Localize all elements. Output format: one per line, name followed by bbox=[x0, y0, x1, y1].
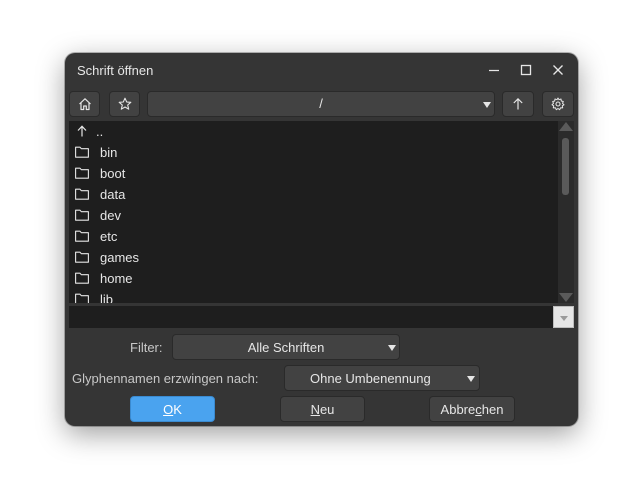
close-button[interactable] bbox=[548, 61, 568, 79]
chevron-down-icon bbox=[388, 345, 396, 351]
title-bar[interactable]: Schrift öffnen bbox=[65, 53, 578, 87]
new-label-post: eu bbox=[319, 401, 335, 417]
path-combobox[interactable]: / bbox=[147, 91, 495, 117]
folder-icon bbox=[75, 293, 89, 303]
star-icon bbox=[118, 97, 131, 110]
folder-icon bbox=[75, 272, 89, 284]
scroll-down-arrow-icon[interactable] bbox=[559, 293, 573, 302]
arrow-up-icon bbox=[77, 125, 87, 137]
gear-icon bbox=[551, 97, 565, 111]
parent-directory-button[interactable] bbox=[502, 91, 534, 117]
minimize-icon bbox=[489, 69, 499, 72]
arrow-up-icon bbox=[513, 97, 523, 110]
list-item-label: dev bbox=[100, 208, 121, 223]
glyph-names-combobox[interactable]: Ohne Umbenennung bbox=[284, 365, 480, 391]
folder-icon bbox=[75, 188, 89, 200]
list-item[interactable]: .. bbox=[69, 121, 558, 142]
cancel-label-pre: Abbre bbox=[440, 401, 476, 417]
chevron-down-icon bbox=[483, 102, 491, 108]
list-item[interactable]: home bbox=[69, 268, 558, 289]
open-font-dialog: Schrift öffnen / .. bin boot data dev et… bbox=[65, 53, 578, 426]
list-item[interactable]: boot bbox=[69, 163, 558, 184]
file-list-scrollbar[interactable] bbox=[558, 121, 574, 303]
list-item[interactable]: lib bbox=[69, 289, 558, 303]
scrollbar-thumb[interactable] bbox=[562, 138, 569, 195]
bookmarks-button[interactable] bbox=[109, 91, 140, 117]
new-button[interactable]: Neu bbox=[280, 396, 365, 422]
ok-button[interactable]: OK bbox=[130, 396, 215, 422]
list-item-label: home bbox=[100, 271, 133, 286]
glyph-names-value: Ohne Umbenennung bbox=[310, 371, 431, 386]
window-title: Schrift öffnen bbox=[77, 63, 154, 78]
filename-history-dropdown[interactable] bbox=[553, 306, 574, 328]
home-button[interactable] bbox=[69, 91, 100, 117]
list-item-label: games bbox=[100, 250, 140, 265]
glyph-names-label: Glyphennamen erzwingen nach: bbox=[72, 371, 259, 386]
maximize-icon bbox=[520, 64, 532, 76]
list-item-label: .. bbox=[96, 124, 104, 139]
folder-icon bbox=[75, 251, 89, 263]
folder-icon bbox=[75, 167, 89, 179]
minimize-button[interactable] bbox=[484, 61, 504, 79]
chevron-down-icon bbox=[467, 376, 475, 382]
maximize-button[interactable] bbox=[516, 61, 536, 79]
path-value: / bbox=[319, 96, 323, 111]
list-item-label: boot bbox=[100, 166, 126, 181]
cancel-label-post: hen bbox=[481, 401, 504, 417]
list-item-label: data bbox=[100, 187, 126, 202]
filter-label: Filter: bbox=[130, 340, 163, 355]
folder-icon bbox=[75, 209, 89, 221]
list-item-label: bin bbox=[100, 145, 118, 160]
ok-label-mnemonic: O bbox=[163, 401, 174, 417]
list-item[interactable]: bin bbox=[69, 142, 558, 163]
list-item[interactable]: etc bbox=[69, 226, 558, 247]
list-item[interactable]: games bbox=[69, 247, 558, 268]
filename-input[interactable] bbox=[69, 306, 553, 328]
list-item-label: etc bbox=[100, 229, 118, 244]
home-icon bbox=[78, 98, 91, 111]
folder-icon bbox=[75, 230, 89, 242]
scroll-up-arrow-icon[interactable] bbox=[559, 122, 573, 131]
new-label-mnemonic: N bbox=[310, 401, 320, 417]
close-icon bbox=[553, 65, 563, 75]
filter-value: Alle Schriften bbox=[247, 340, 325, 355]
folder-icon bbox=[75, 146, 89, 158]
ok-label-post: K bbox=[173, 401, 182, 417]
list-item[interactable]: dev bbox=[69, 205, 558, 226]
list-item-label: lib bbox=[100, 292, 114, 303]
filter-combobox[interactable]: Alle Schriften bbox=[172, 334, 400, 360]
list-item[interactable]: data bbox=[69, 184, 558, 205]
file-list[interactable]: .. bin boot data dev etc games home lib bbox=[69, 121, 558, 303]
settings-button[interactable] bbox=[542, 91, 574, 117]
chevron-down-icon bbox=[560, 316, 568, 321]
cancel-button[interactable]: Abbre c hen bbox=[429, 396, 515, 422]
